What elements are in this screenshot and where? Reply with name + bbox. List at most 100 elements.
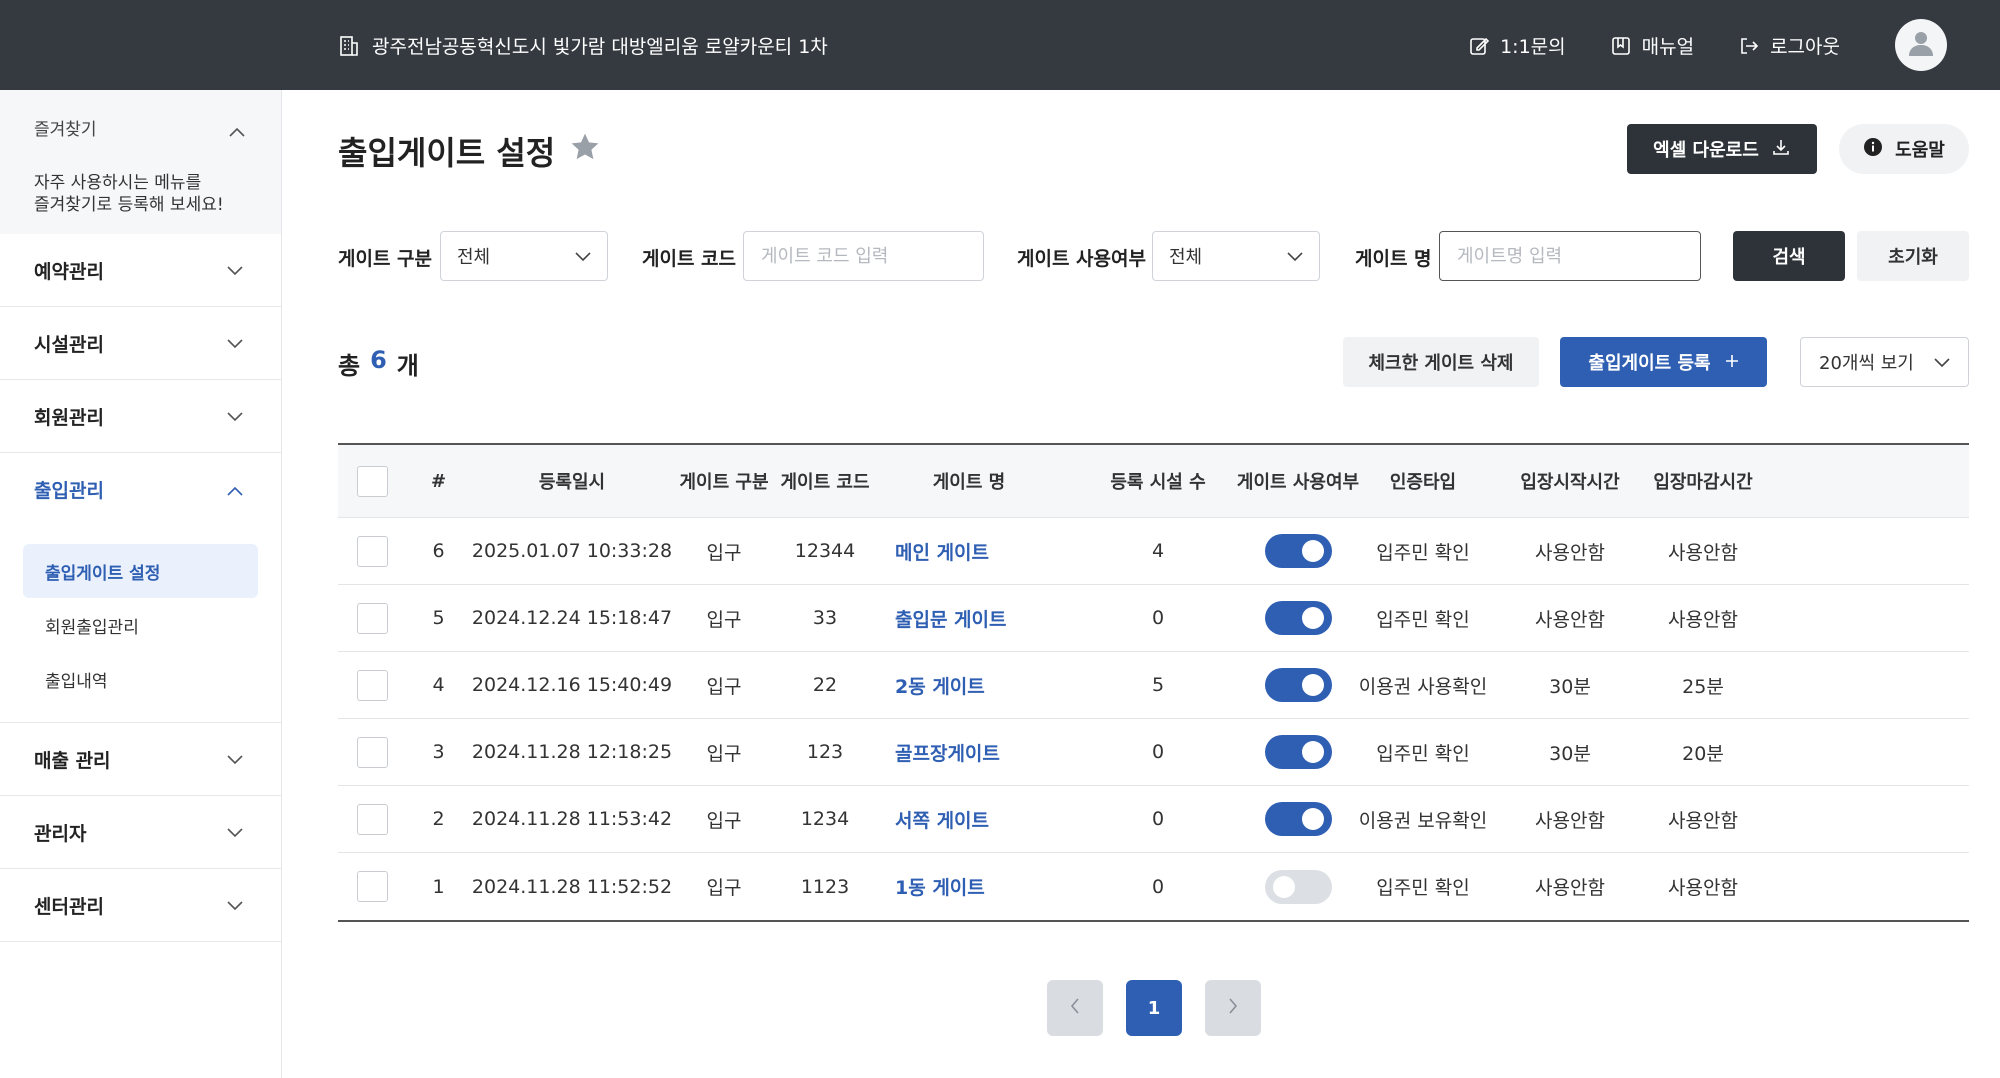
table-row: 4 2024.12.16 15:40:49 입구 22 2동 게이트 5 이용권… xyxy=(338,652,1969,719)
gate-use-select[interactable]: 전체 xyxy=(1152,231,1320,281)
row-code: 12344 xyxy=(794,540,856,562)
chevron-down-icon xyxy=(227,332,243,354)
row-auth: 입주민 확인 xyxy=(1376,608,1470,631)
row-start: 사용안함 xyxy=(1535,877,1605,899)
logout-label: 로그아웃 xyxy=(1770,36,1840,58)
row-checkbox-cell xyxy=(338,803,406,835)
logout-link[interactable]: 로그아웃 xyxy=(1738,32,1840,59)
total-count: 총 6 개 xyxy=(338,346,419,381)
sidebar-item-access[interactable]: 출입관리 xyxy=(0,453,281,526)
sidebar-item-member[interactable]: 회원관리 xyxy=(0,380,281,453)
star-icon[interactable] xyxy=(569,131,601,171)
manual-label: 매뉴얼 xyxy=(1641,36,1695,58)
info-icon xyxy=(1863,137,1883,162)
use-toggle[interactable] xyxy=(1264,668,1332,702)
chevron-down-icon xyxy=(227,821,243,843)
gate-type-value: 전체 xyxy=(457,247,491,268)
use-toggle[interactable] xyxy=(1264,735,1332,769)
excel-download-button[interactable]: 엑셀 다운로드 xyxy=(1627,124,1817,174)
row-type: 입구 xyxy=(706,541,742,564)
gate-use-label: 게이트 사용여부 xyxy=(1017,248,1146,270)
row-end: 사용안함 xyxy=(1668,809,1738,832)
row-end: 사용안함 xyxy=(1668,608,1738,631)
sidebar-item-admin[interactable]: 관리자 xyxy=(0,796,281,869)
access-submenu: 출입게이트 설정 회원출입관리 출입내역 xyxy=(0,526,281,723)
row-start: 사용안함 xyxy=(1535,608,1605,631)
manual-link[interactable]: 매뉴얼 xyxy=(1610,32,1694,59)
row-use-cell xyxy=(1253,869,1343,904)
row-gate-name-link[interactable]: 1동 게이트 xyxy=(875,873,1063,900)
row-facility-count: 5 xyxy=(1151,674,1165,696)
book-icon xyxy=(1610,35,1632,57)
per-page-value: 20개씩 보기 xyxy=(1819,353,1914,374)
header-type: 게이트 구분 xyxy=(679,472,769,493)
header-name: 게이트 명 xyxy=(932,472,1006,493)
table-row: 2 2024.11.28 11:53:42 입구 1234 서쪽 게이트 0 이… xyxy=(338,786,1969,853)
row-code: 22 xyxy=(812,674,838,696)
avatar[interactable] xyxy=(1895,19,1947,71)
row-end: 25분 xyxy=(1682,675,1724,698)
sidebar-item-reservation[interactable]: 예약관리 xyxy=(0,234,281,307)
row-checkbox[interactable] xyxy=(356,535,388,567)
delete-checked-button[interactable]: 체크한 게이트 삭제 xyxy=(1343,337,1539,387)
site-info: 광주전남공동혁신도시 빛가람 대방엘리움 로얄카운티 1차 xyxy=(338,32,828,59)
search-button[interactable]: 검색 xyxy=(1733,231,1845,281)
row-checkbox[interactable] xyxy=(356,803,388,835)
row-end: 사용안함 xyxy=(1668,541,1738,564)
sidebar-item-sales[interactable]: 매출 관리 xyxy=(0,723,281,796)
row-checkbox[interactable] xyxy=(356,736,388,768)
prev-page-button[interactable] xyxy=(1047,980,1103,1036)
page-button[interactable]: 1 xyxy=(1126,980,1182,1036)
building-icon xyxy=(338,35,360,57)
row-checkbox[interactable] xyxy=(356,602,388,634)
sidebar-item-center[interactable]: 센터관리 xyxy=(0,869,281,942)
use-toggle[interactable] xyxy=(1264,601,1332,635)
chevron-up-icon[interactable] xyxy=(229,120,245,142)
table-header: # 등록일시 게이트 구분 게이트 코드 게이트 명 등록 시설 수 게이트 사… xyxy=(338,445,1969,518)
next-page-button[interactable] xyxy=(1205,980,1261,1036)
row-gate-name-link[interactable]: 골프장게이트 xyxy=(875,739,1063,766)
use-toggle[interactable] xyxy=(1264,869,1332,904)
table-row: 3 2024.11.28 12:18:25 입구 123 골프장게이트 0 입주… xyxy=(338,719,1969,786)
row-type: 입구 xyxy=(706,742,742,765)
inquiry-link[interactable]: 1:1문의 xyxy=(1468,32,1566,59)
chevron-down-icon xyxy=(227,405,243,427)
gate-table: # 등록일시 게이트 구분 게이트 코드 게이트 명 등록 시설 수 게이트 사… xyxy=(338,443,1969,922)
row-use-cell xyxy=(1253,735,1343,769)
sidebar-item-facility[interactable]: 시설관리 xyxy=(0,307,281,380)
chevron-right-icon xyxy=(1228,997,1238,1019)
sub-item-gate-settings[interactable]: 출입게이트 설정 xyxy=(23,544,258,598)
favorites-title: 즐겨찾기 xyxy=(34,120,97,140)
gate-name-input[interactable] xyxy=(1439,231,1701,281)
row-auth: 이용권 사용확인 xyxy=(1358,675,1488,698)
row-gate-name-link[interactable]: 출입문 게이트 xyxy=(875,605,1063,632)
sub-item-member-access[interactable]: 회원출입관리 xyxy=(23,598,258,652)
header-date: 등록일시 xyxy=(538,472,606,493)
row-use-cell xyxy=(1253,668,1343,702)
per-page-select[interactable]: 20개씩 보기 xyxy=(1800,337,1969,387)
use-toggle[interactable] xyxy=(1264,802,1332,836)
row-gate-name-link[interactable]: 메인 게이트 xyxy=(875,538,1063,565)
inquiry-label: 1:1문의 xyxy=(1500,36,1566,58)
chevron-down-icon xyxy=(227,259,243,281)
chevron-down-icon xyxy=(575,246,591,267)
total-count-value: 6 xyxy=(370,346,387,374)
reset-button[interactable]: 초기화 xyxy=(1857,231,1969,281)
help-label: 도움말 xyxy=(1895,140,1945,161)
sub-item-access-history[interactable]: 출입내역 xyxy=(23,652,258,706)
row-type: 입구 xyxy=(706,877,742,899)
gate-code-input[interactable] xyxy=(743,231,984,281)
row-gate-name-link[interactable]: 서쪽 게이트 xyxy=(875,806,1063,833)
header-start: 입장시작시간 xyxy=(1520,472,1620,493)
row-checkbox[interactable] xyxy=(356,871,388,902)
row-checkbox[interactable] xyxy=(356,669,388,701)
gate-code-label: 게이트 코드 xyxy=(642,248,737,270)
row-type: 입구 xyxy=(706,608,742,631)
select-all-checkbox[interactable] xyxy=(356,465,388,497)
row-gate-name-link[interactable]: 2동 게이트 xyxy=(875,672,1063,699)
register-gate-button[interactable]: 출입게이트 등록 xyxy=(1560,337,1767,387)
gate-type-select[interactable]: 전체 xyxy=(440,231,608,281)
row-date: 2024.11.28 12:18:25 xyxy=(471,741,673,763)
help-button[interactable]: 도움말 xyxy=(1839,124,1969,174)
use-toggle[interactable] xyxy=(1264,534,1332,568)
